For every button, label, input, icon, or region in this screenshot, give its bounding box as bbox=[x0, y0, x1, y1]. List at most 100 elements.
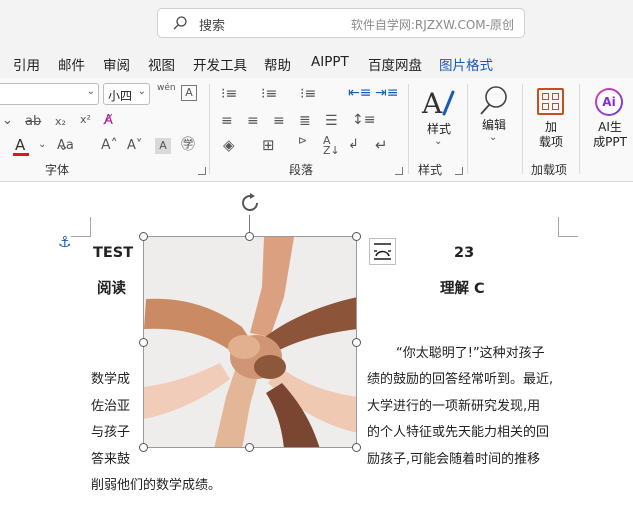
line-spacing-icon[interactable]: ↕≡ bbox=[352, 113, 375, 127]
superscript-icon[interactable]: x² bbox=[80, 114, 91, 125]
font-name-dropdown[interactable]: ⌄ bbox=[0, 83, 99, 105]
shading-icon[interactable]: ◈ bbox=[223, 138, 235, 153]
hands-photo bbox=[144, 237, 356, 447]
separator bbox=[209, 84, 210, 174]
distributed-icon[interactable]: ☰ bbox=[325, 114, 338, 128]
chevron-down-icon: ⌄ bbox=[489, 132, 498, 143]
enclose-characters-icon[interactable]: ㊫ bbox=[181, 138, 195, 152]
text-wrap-icon bbox=[374, 243, 391, 260]
body-line: 绩的鼓励的回答经常听到。最近, bbox=[367, 372, 554, 387]
separator bbox=[467, 84, 468, 174]
font-color-icon[interactable]: A bbox=[15, 138, 25, 153]
font-dialog-launcher-icon[interactable] bbox=[198, 167, 206, 175]
ai-ppt-label-line1: AI生 bbox=[598, 120, 622, 134]
crop-mark bbox=[558, 217, 578, 237]
left-heading-2: 阅读 bbox=[97, 281, 126, 297]
ai-ppt-button[interactable]: Ai bbox=[595, 88, 623, 116]
tab-view[interactable]: 视图 bbox=[148, 54, 175, 74]
tab-baidu-netdisk[interactable]: 百度网盘 bbox=[368, 54, 422, 74]
align-center-icon[interactable]: ≡ bbox=[247, 114, 259, 128]
body-line: 与孩子 bbox=[91, 425, 131, 440]
chevron-down-icon: ⌄ bbox=[86, 86, 95, 97]
layout-options-button[interactable] bbox=[369, 238, 396, 265]
font-size-dropdown[interactable]: 小四 ⌄ bbox=[103, 83, 150, 105]
change-case-icon[interactable]: Aa bbox=[57, 139, 74, 152]
tab-help[interactable]: 帮助 bbox=[264, 54, 291, 74]
character-border-icon[interactable]: A bbox=[181, 85, 197, 101]
search-icon bbox=[480, 86, 507, 115]
grow-font-icon[interactable]: A˄ bbox=[101, 138, 118, 152]
chinese-layout-icon[interactable]: ⊳ bbox=[298, 135, 307, 146]
tab-picture-format[interactable]: 图片格式 bbox=[439, 54, 493, 74]
ribbon: ⌄ 小四 ⌄ wén A ⌄ ab x₂ x² A̸ A ⌄ ⌄ A˄ A˅ A… bbox=[0, 78, 633, 182]
strikethrough-icon[interactable]: ab bbox=[25, 115, 41, 128]
bullets-icon[interactable]: ⁝≡ bbox=[221, 87, 237, 101]
ribbon-tabs: 引用 邮件 审阅 视图 开发工具 帮助 AIPPT 百度网盘 图片格式 bbox=[0, 46, 633, 81]
resize-handle-top-left[interactable] bbox=[139, 232, 148, 241]
right-heading-2: 理解 C bbox=[440, 281, 485, 297]
tab-developer[interactable]: 开发工具 bbox=[193, 54, 247, 74]
increase-indent-icon[interactable]: ⇥≡ bbox=[375, 86, 398, 100]
character-shading-icon[interactable]: A bbox=[155, 138, 171, 154]
styles-button-label: 样式 bbox=[426, 122, 451, 136]
sort-icon[interactable]: A Z↓ bbox=[323, 135, 340, 156]
numbering-icon[interactable]: ⁝≡ bbox=[261, 87, 277, 101]
show-marks-icon[interactable]: ↲ bbox=[348, 138, 359, 151]
paragraph-dialog-launcher-icon[interactable] bbox=[395, 167, 403, 175]
subscript-icon[interactable]: x₂ bbox=[55, 116, 66, 127]
decrease-indent-icon[interactable]: ⇤≡ bbox=[348, 86, 371, 100]
title-bar: 搜索 软件自学网:RJZXW.COM-原创 bbox=[0, 0, 633, 46]
resize-handle-top-right[interactable] bbox=[352, 232, 361, 241]
separator bbox=[522, 84, 523, 174]
styles-button[interactable]: A bbox=[420, 86, 456, 120]
search-label: 搜索 bbox=[199, 19, 226, 34]
anchor-icon: ⚓ bbox=[58, 233, 72, 251]
body-line: “你太聪明了!”这种对孩子 bbox=[396, 346, 545, 361]
left-heading-1: TEST bbox=[93, 245, 134, 261]
body-line: 励孩子,可能会随着时间的推移 bbox=[367, 452, 541, 467]
resize-handle-bottom[interactable] bbox=[245, 443, 254, 452]
addins-icon[interactable] bbox=[537, 88, 564, 115]
selected-picture[interactable] bbox=[143, 236, 357, 448]
tab-mailings[interactable]: 邮件 bbox=[58, 54, 85, 74]
phonetic-guide-icon[interactable]: wén bbox=[157, 84, 176, 93]
borders-icon[interactable]: ⊞ bbox=[262, 138, 275, 153]
body-line: 佐治亚 bbox=[91, 399, 131, 414]
ai-ppt-label-line2: 成PPT bbox=[593, 135, 627, 149]
document-page[interactable]: ⚓ TEST 阅读 23 理解 C “你太聪明了!”这种对孩子 绩的鼓励的回答经… bbox=[0, 183, 633, 505]
tab-review[interactable]: 审阅 bbox=[103, 54, 130, 74]
resize-handle-bottom-left[interactable] bbox=[139, 443, 148, 452]
search-icon bbox=[173, 16, 187, 30]
separator bbox=[579, 84, 580, 174]
group-label-paragraph: 段落 bbox=[289, 163, 314, 177]
group-label-styles: 样式 bbox=[418, 163, 443, 177]
multilevel-list-icon[interactable]: ⁝≡ bbox=[300, 87, 316, 101]
right-heading-1: 23 bbox=[454, 245, 475, 261]
body-line: 数学成 bbox=[91, 372, 131, 387]
editing-button-label: 编辑 bbox=[481, 118, 506, 132]
tab-aippt[interactable]: AIPPT bbox=[311, 54, 349, 70]
tab-references[interactable]: 引用 bbox=[13, 54, 40, 81]
ai-icon: Ai bbox=[597, 90, 621, 114]
resize-handle-right[interactable] bbox=[352, 338, 361, 347]
rotate-handle-icon[interactable] bbox=[238, 191, 262, 215]
body-line: 的个人特征或先天能力相关的回 bbox=[367, 425, 550, 440]
chevron-down-icon[interactable]: ⌄ bbox=[2, 114, 13, 127]
search-box[interactable]: 搜索 软件自学网:RJZXW.COM-原创 bbox=[157, 8, 525, 38]
shrink-font-icon[interactable]: A˅ bbox=[127, 139, 142, 152]
chevron-down-icon[interactable]: ⌄ bbox=[38, 140, 46, 150]
editing-button[interactable] bbox=[478, 84, 510, 118]
styles-dialog-launcher-icon[interactable] bbox=[455, 167, 463, 175]
paragraph-mark-icon[interactable]: ↵ bbox=[375, 138, 388, 153]
font-color-swatch bbox=[13, 153, 29, 156]
align-left-icon[interactable]: ≡ bbox=[221, 114, 233, 128]
clear-formatting-icon[interactable]: A̸ bbox=[104, 114, 113, 127]
addins-label-line2: 载项 bbox=[538, 135, 563, 149]
justify-icon[interactable]: ≣ bbox=[299, 114, 311, 128]
resize-handle-left[interactable] bbox=[139, 338, 148, 347]
body-line: 答来鼓 bbox=[91, 452, 131, 467]
align-right-icon[interactable]: ≡ bbox=[273, 114, 285, 128]
group-label-addins: 加载项 bbox=[531, 163, 568, 177]
resize-handle-bottom-right[interactable] bbox=[352, 443, 361, 452]
resize-handle-top[interactable] bbox=[245, 232, 254, 241]
